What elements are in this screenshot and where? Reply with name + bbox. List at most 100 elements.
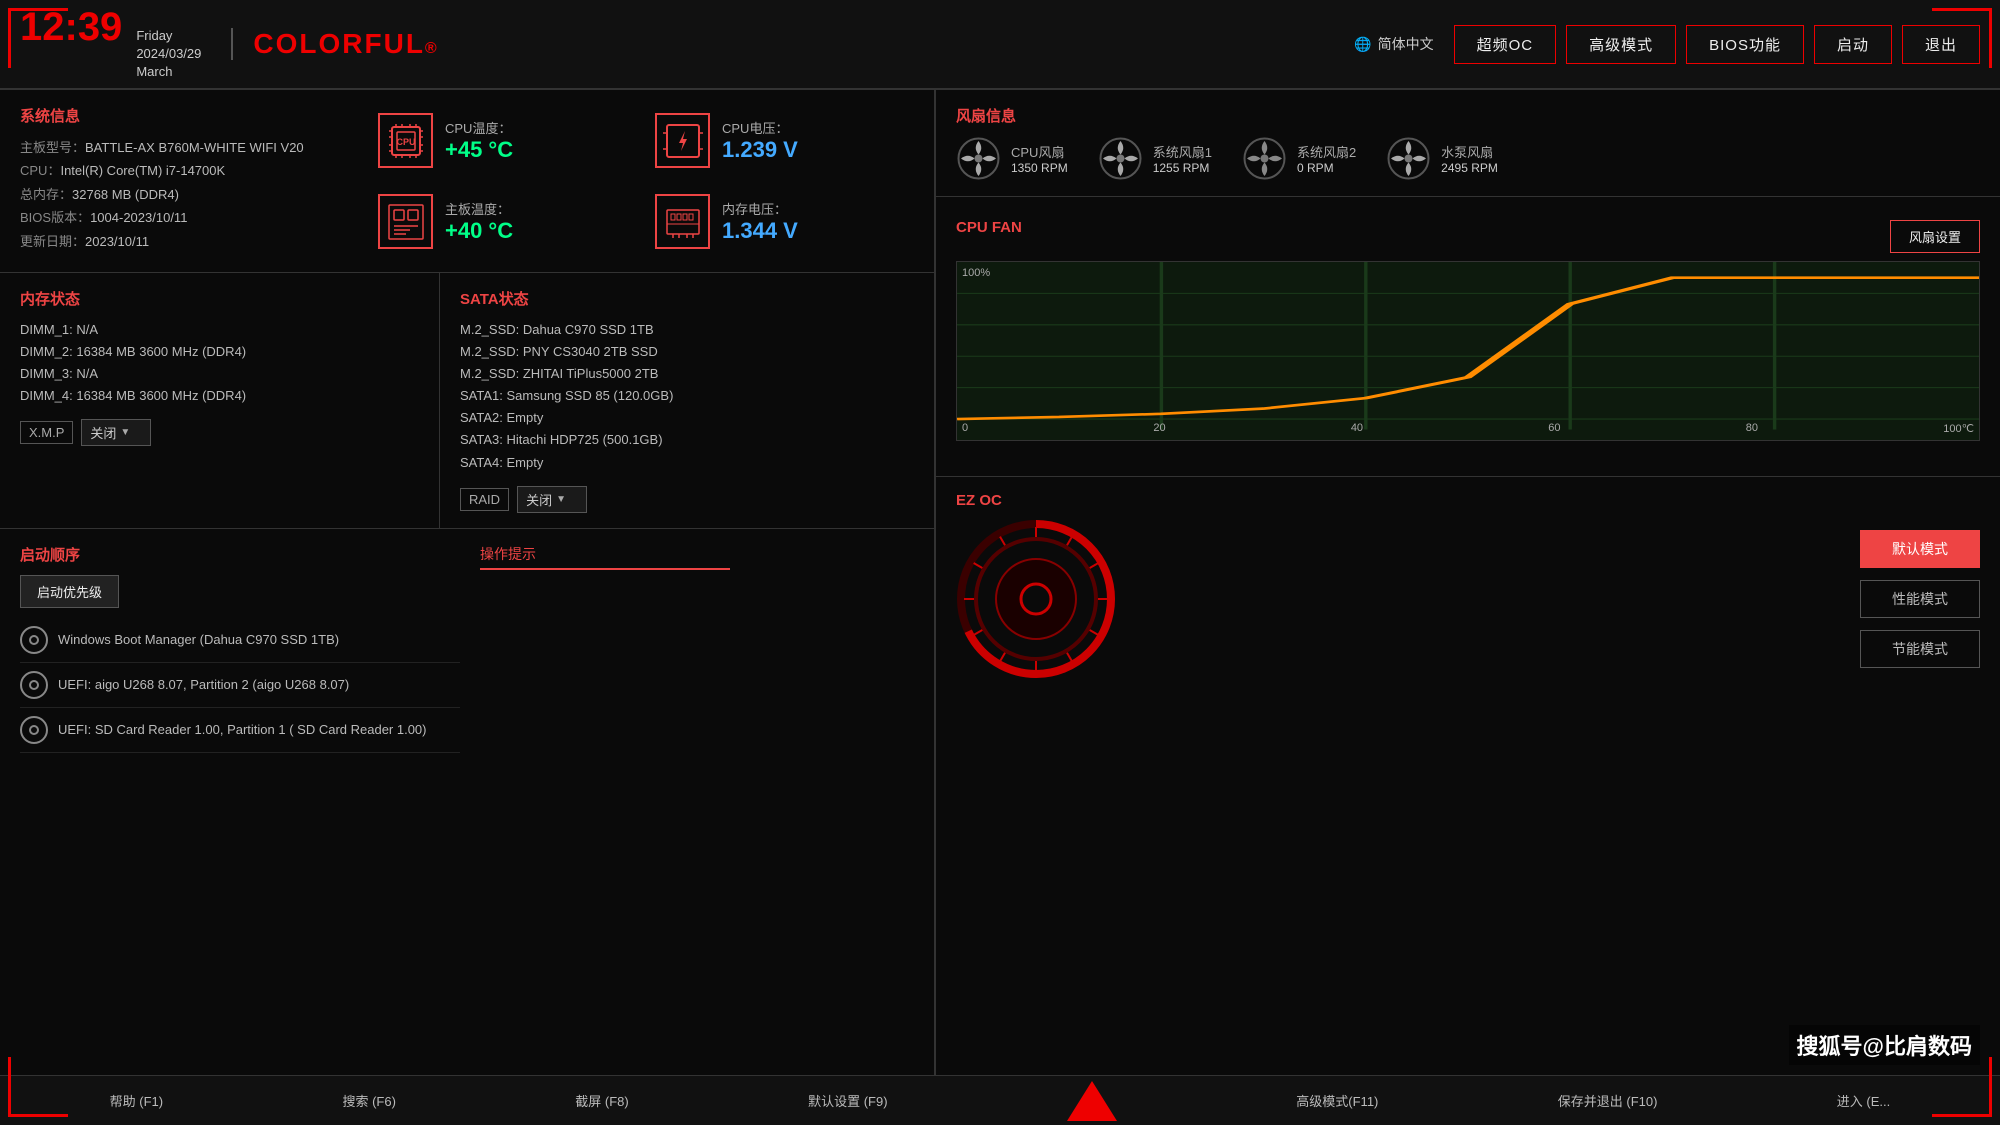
dial-svg (956, 519, 1116, 679)
cpu-temp-block: CPU CPU温度： +45 °C (370, 105, 637, 176)
footer-screenshot: 截屏 (F8) (575, 1091, 628, 1110)
mem-volt-value: 1.344 V (722, 218, 798, 244)
cpu-fan-label: CPU风扇 (1011, 142, 1068, 161)
sys-fan1-item: 系统风扇1 1255 RPM (1098, 136, 1212, 181)
cpu-info: CPU：Intel(R) Core(TM) i7-14700K (20, 159, 350, 182)
xmp-control: X.M.P 关闭 ▼ (20, 419, 419, 446)
footer-search: 搜索 (F6) (342, 1091, 395, 1110)
footer-enter: 进入 (E... (1837, 1091, 1890, 1110)
chart-x-100: 100℃ (1943, 422, 1974, 435)
chart-y-max: 100% (962, 267, 990, 279)
chart-svg (957, 262, 1979, 440)
footer-save-exit: 保存并退出 (F10) (1558, 1091, 1658, 1110)
ez-oc-content: 默认模式 性能模式 节能模式 (956, 519, 1980, 679)
svg-text:CPU: CPU (396, 137, 415, 147)
ops-hint-label: 操作提示 (480, 544, 730, 570)
sys-fan1-rpm: 1255 RPM (1153, 161, 1212, 175)
advanced-mode-button[interactable]: 高级模式 (1566, 25, 1676, 64)
board-temp-value: +40 °C (445, 218, 513, 244)
cpu-fan-icon (956, 136, 1001, 181)
main-content: 系统信息 主板型号：BATTLE-AX B760M-WHITE WIFI V20… (0, 90, 2000, 1075)
cpu-fan-chart-section: CPU FAN 风扇设置 100% (936, 197, 2000, 477)
boot-item-2[interactable]: UEFI: aigo U268 8.07, Partition 2 (aigo … (20, 663, 460, 708)
boot-priority-button[interactable]: 启动优先级 (20, 575, 119, 608)
ez-oc-section: EZ OC (936, 477, 2000, 1075)
memory-title: 内存状态 (20, 288, 419, 309)
pump-fan-rpm: 2495 RPM (1441, 161, 1498, 175)
brand-logo: COLORFUL® (231, 28, 438, 60)
language-selector[interactable]: 🌐 简体中文 (1354, 34, 1433, 54)
sys-fan2-item: 系统风扇2 0 RPM (1242, 136, 1356, 181)
board-temp-label: 主板温度： (445, 199, 513, 218)
mem-icon-svg (663, 202, 703, 242)
xmp-label: X.M.P (20, 421, 73, 444)
default-mode-button[interactable]: 默认模式 (1860, 530, 1980, 568)
raid-control: RAID 关闭 ▼ (460, 486, 914, 513)
system-info-section: 系统信息 主板型号：BATTLE-AX B760M-WHITE WIFI V20… (0, 90, 934, 273)
left-panel: 系统信息 主板型号：BATTLE-AX B760M-WHITE WIFI V20… (0, 90, 935, 1075)
boot-item-1[interactable]: Windows Boot Manager (Dahua C970 SSD 1TB… (20, 618, 460, 663)
footer-advanced: 高级模式(F11) (1296, 1091, 1378, 1110)
boot-item-2-text: UEFI: aigo U268 8.07, Partition 2 (aigo … (58, 677, 349, 692)
system-info-left: 系统信息 主板型号：BATTLE-AX B760M-WHITE WIFI V20… (20, 105, 350, 257)
globe-icon: 🌐 (1354, 36, 1371, 53)
sata1-info: SATA1: Samsung SSD 85 (120.0GB) (460, 385, 914, 407)
update-info: 更新日期：2023/10/11 (20, 230, 350, 253)
raid-select[interactable]: 关闭 ▼ (517, 486, 587, 513)
bios-info: BIOS版本：1004-2023/10/11 (20, 206, 350, 229)
cpu-temp-label: CPU温度： (445, 118, 513, 137)
chart-x-80: 80 (1746, 422, 1758, 435)
boot-item-3-text: UEFI: SD Card Reader 1.00, Partition 1 (… (58, 722, 427, 737)
mem-volt-block: 内存电压： 1.344 V (647, 186, 914, 257)
raid-arrow-icon: ▼ (556, 494, 566, 505)
memory-section: 内存状态 DIMM_1: N/A DIMM_2: 16384 MB 3600 M… (0, 273, 440, 528)
dimm3-info: DIMM_3: N/A (20, 363, 419, 385)
disk-icon-2 (20, 671, 48, 699)
fan-settings-button[interactable]: 风扇设置 (1890, 220, 1980, 253)
eco-mode-button[interactable]: 节能模式 (1860, 630, 1980, 668)
board-temp-icon (378, 194, 433, 249)
system-info-title: 系统信息 (20, 105, 350, 126)
cpu-volt-label: CPU电压： (722, 118, 798, 137)
sata2-info: SATA2: Empty (460, 407, 914, 429)
ez-oc-options: 默认模式 性能模式 节能模式 (1860, 530, 1980, 668)
m2-1-info: M.2_SSD: Dahua C970 SSD 1TB (460, 319, 914, 341)
dimm1-info: DIMM_1: N/A (20, 319, 419, 341)
chart-x-60: 60 (1548, 422, 1560, 435)
boot-right: 操作提示 (480, 544, 914, 1060)
sata3-info: SATA3: Hitachi HDP725 (500.1GB) (460, 429, 914, 451)
boot-item-3[interactable]: UEFI: SD Card Reader 1.00, Partition 1 (… (20, 708, 460, 753)
oc-button[interactable]: 超频OC (1454, 25, 1557, 64)
m2-2-info: M.2_SSD: PNY CS3040 2TB SSD (460, 341, 914, 363)
xmp-select[interactable]: 关闭 ▼ (81, 419, 151, 446)
raid-label: RAID (460, 488, 509, 511)
header: 12:39 Friday 2024/03/29 March COLORFUL® … (0, 0, 2000, 90)
cpu-fan-chart-title: CPU FAN (956, 219, 1022, 236)
footer-triangle-icon (1067, 1081, 1117, 1121)
corner-decoration-tr (1932, 8, 1992, 68)
sys-fan1-label: 系统风扇1 (1153, 142, 1212, 161)
disk-icon-1 (20, 626, 48, 654)
sata-section: SATA状态 M.2_SSD: Dahua C970 SSD 1TB M.2_S… (440, 273, 934, 528)
footer-help: 帮助 (F1) (110, 1091, 163, 1110)
volt-icon-svg (663, 121, 703, 161)
cpu-fan-item: CPU风扇 1350 RPM (956, 136, 1068, 181)
watermark: 搜狐号@比肩数码 (1789, 1025, 1980, 1065)
dimm2-info: DIMM_2: 16384 MB 3600 MHz (DDR4) (20, 341, 419, 363)
boot-title: 启动顺序 (20, 544, 460, 565)
right-panel: 风扇信息 CPU风扇 1350 RPM (935, 90, 2000, 1075)
chart-x-40: 40 (1351, 422, 1363, 435)
cpu-fan-rpm: 1350 RPM (1011, 161, 1068, 175)
chart-x-20: 20 (1153, 422, 1165, 435)
disk-icon-3 (20, 716, 48, 744)
boot-section: 启动顺序 启动优先级 Windows Boot Manager (Dahua C… (0, 529, 934, 1075)
cpu-temp-icon: CPU (378, 113, 433, 168)
chart-x-axis: 0 20 40 60 80 100℃ (957, 420, 1979, 435)
footer-default: 默认设置 (F9) (808, 1091, 887, 1110)
bios-func-button[interactable]: BIOS功能 (1686, 25, 1804, 64)
performance-mode-button[interactable]: 性能模式 (1860, 580, 1980, 618)
boot-button[interactable]: 启动 (1814, 25, 1892, 64)
sata4-info: SATA4: Empty (460, 452, 914, 474)
mem-volt-icon (655, 194, 710, 249)
cpu-volt-block: CPU电压： 1.239 V (647, 105, 914, 176)
